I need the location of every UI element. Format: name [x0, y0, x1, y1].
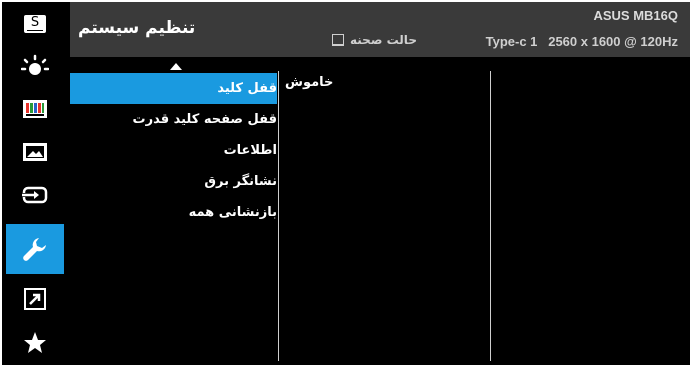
sidebar-item-shortcut[interactable]: [6, 280, 64, 317]
menu-item-information[interactable]: اطلاعات: [70, 135, 277, 166]
scene-mode-icon: [332, 34, 344, 46]
header: تنظیم سیستم حالت صحنه ASUS MB16Q Type-c …: [70, 2, 690, 57]
input-resolution: Type-c 1 2560 x 1600 @ 120Hz: [485, 34, 678, 49]
sidebar-item-color[interactable]: [6, 90, 64, 127]
menu-item-label: قفل صفحه کلید قدرت: [132, 112, 277, 127]
monitor-model: ASUS MB16Q: [593, 8, 678, 23]
sidebar-item-image[interactable]: [6, 133, 64, 170]
color-icon: [23, 99, 47, 118]
menu-item-reset-all[interactable]: بازنشانی همه: [70, 197, 277, 228]
menu-item-label: بازنشانی همه: [188, 205, 277, 220]
menu-item-key-lock[interactable]: قفل کلید: [70, 73, 277, 104]
column-divider: [490, 71, 491, 361]
sidebar-item-brightness[interactable]: [6, 49, 64, 86]
sidebar-item-system-setup[interactable]: [6, 224, 64, 274]
scroll-up-icon[interactable]: [170, 63, 182, 70]
input-select-icon: [22, 186, 48, 203]
menu-item-power-key-lock[interactable]: قفل صفحه کلید قدرت: [70, 104, 277, 135]
shortcut-icon: [24, 287, 46, 310]
menu-item-power-indicator[interactable]: نشانگر برق: [70, 166, 277, 197]
favorite-icon: [24, 331, 46, 353]
content-area: قفل کلید قفل صفحه کلید قدرت اطلاعات نشان…: [70, 57, 690, 365]
osd-panel: S تنظیم سیستم حالت صحنه ASUS MB16Q Type-…: [2, 2, 690, 365]
splendid-letter: S: [30, 14, 40, 30]
scene-mode: حالت صحنه: [332, 33, 417, 47]
page-title: تنظیم سیستم: [78, 18, 196, 38]
submenu-list: قفل کلید قفل صفحه کلید قدرت اطلاعات نشان…: [70, 73, 277, 228]
sidebar-item-splendid[interactable]: S: [6, 5, 64, 42]
sidebar-item-input-select[interactable]: [6, 176, 64, 213]
menu-item-label: نشانگر برق: [204, 174, 277, 189]
sidebar-item-favorite[interactable]: [6, 324, 64, 361]
brightness-icon: [21, 54, 49, 75]
system-setup-icon: [23, 238, 46, 261]
column-divider: [278, 71, 279, 361]
splendid-icon: S: [24, 14, 46, 33]
menu-item-label: قفل کلید: [217, 81, 277, 96]
image-icon: [23, 142, 47, 161]
scene-mode-label: حالت صحنه: [350, 33, 417, 47]
menu-item-label: اطلاعات: [223, 143, 277, 158]
sidebar: S: [2, 2, 66, 365]
option-value-off[interactable]: خاموش: [285, 75, 333, 90]
